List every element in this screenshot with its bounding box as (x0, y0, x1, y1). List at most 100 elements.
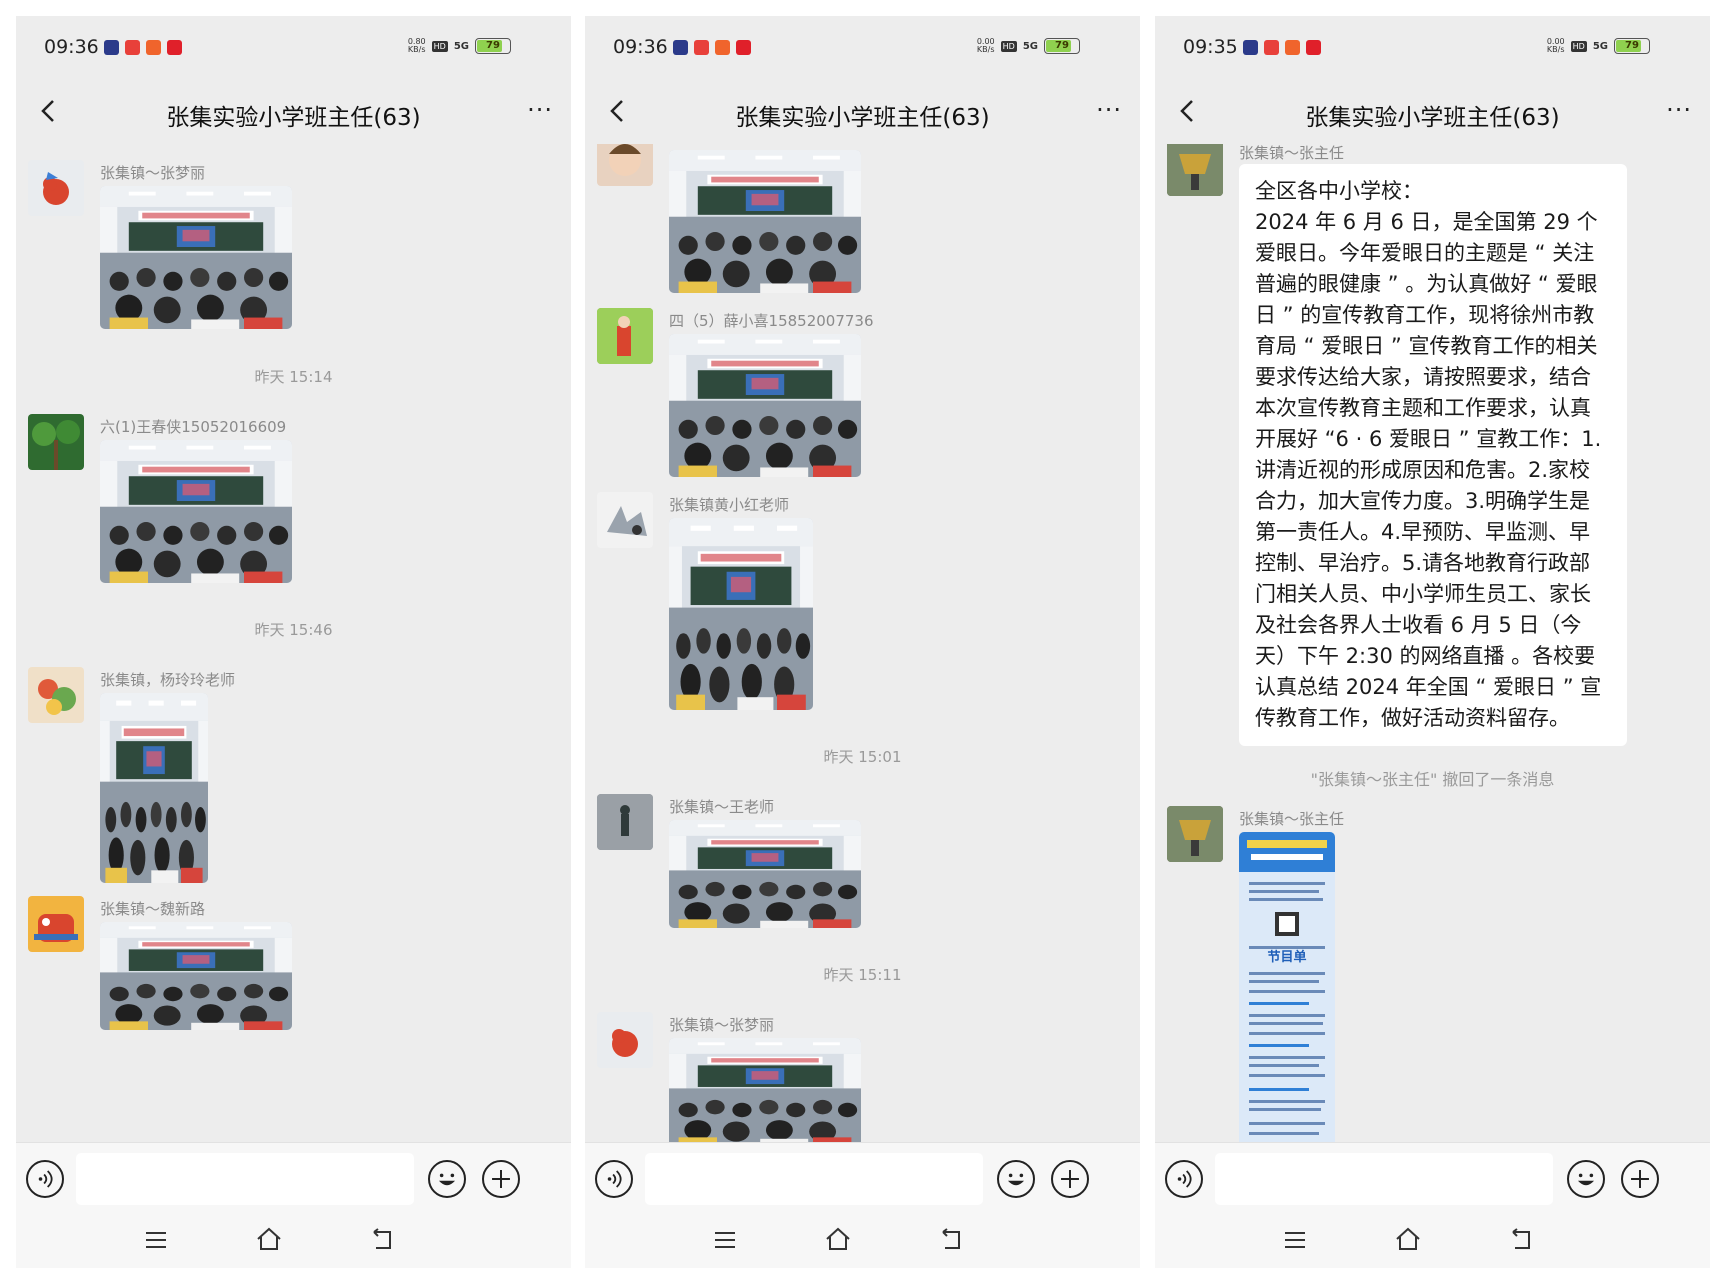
notice-text: 全区各中小学校： 2024 年 6 月 6 日，是全国第 29 个爱眼日。今年爱… (1255, 179, 1602, 730)
image-message[interactable] (669, 518, 813, 710)
chat-title: 张集实验小学班主任(63) (735, 105, 990, 131)
signal-icon: 5G (453, 40, 469, 52)
more-options-icon[interactable]: ··· (527, 96, 553, 124)
home-icon[interactable] (254, 1226, 284, 1252)
menu-icon[interactable] (713, 1230, 737, 1250)
notice-bubble[interactable]: 全区各中小学校： 2024 年 6 月 6 日，是全国第 29 个爱眼日。今年爱… (1239, 164, 1627, 746)
image-message[interactable] (669, 150, 861, 293)
back-arrow-icon[interactable] (1173, 96, 1203, 126)
avatar[interactable] (597, 1012, 653, 1068)
plus-icon[interactable] (1051, 1160, 1089, 1198)
system-nav-bar (1155, 1216, 1710, 1268)
avatar[interactable] (597, 308, 653, 364)
message-input[interactable] (76, 1153, 414, 1205)
message-item: 张集镇～张主任 节目单 (1167, 806, 1698, 1142)
home-icon[interactable] (823, 1226, 853, 1252)
message-list[interactable]: 张集镇～张主任 全区各中小学校： 2024 年 6 月 6 日，是全国第 29 … (1155, 144, 1710, 1142)
chat-header: 张集实验小学班主任(63) ··· (585, 82, 1140, 144)
message-item (597, 144, 1128, 300)
emoji-icon[interactable] (997, 1160, 1035, 1198)
message-list[interactable]: 张集镇～张梦丽 昨天 15:14 六(1)王春侠15052016609 昨天 1… (16, 144, 571, 1142)
avatar[interactable] (1167, 144, 1223, 196)
shop-app-icon (1285, 40, 1300, 55)
message-item: 张集镇～张梦丽 (597, 1012, 1128, 1142)
avatar[interactable] (1167, 806, 1223, 862)
news-app-icon (125, 40, 140, 55)
menu-icon[interactable] (1283, 1230, 1307, 1250)
message-item: 张集镇～张梦丽 (28, 160, 559, 330)
image-message[interactable] (669, 1038, 861, 1142)
signal-icon: 5G (1592, 40, 1608, 52)
menu-icon[interactable] (144, 1230, 168, 1250)
recall-notice: "张集镇～张主任" 撤回了一条消息 (1310, 770, 1555, 789)
video-app-icon (1243, 40, 1258, 55)
net-speed: 0.00 KB/s (1546, 37, 1565, 54)
home-icon[interactable] (1393, 1226, 1423, 1252)
net-speed: 0.80 KB/s (407, 37, 426, 54)
red-app-icon (1306, 40, 1321, 55)
image-message[interactable] (669, 334, 861, 477)
emoji-icon[interactable] (428, 1160, 466, 1198)
status-time: 09:36 (613, 36, 668, 58)
message-item: 张集镇～张主任 全区各中小学校： 2024 年 6 月 6 日，是全国第 29 … (1167, 144, 1698, 760)
notification-icons (104, 40, 182, 55)
status-right: 0.80 KB/s HD 5G 79 (408, 38, 511, 54)
news-app-icon (1264, 40, 1279, 55)
avatar[interactable] (28, 896, 84, 952)
chat-screen-3: 09:35 0.00 KB/s HD 5G 79 张集实验小学班主任(63) ··… (1155, 16, 1710, 1268)
message-list[interactable]: 四（5）薛小喜15852007736 张集镇黄小红老师 昨天 15:01 张集镇… (585, 144, 1140, 1142)
image-message[interactable] (100, 186, 292, 329)
video-app-icon (673, 40, 688, 55)
message-item: 张集镇～魏新路 (28, 896, 559, 1046)
back-nav-icon[interactable] (1507, 1228, 1535, 1252)
plus-icon[interactable] (1621, 1160, 1659, 1198)
more-options-icon[interactable]: ··· (1096, 96, 1122, 124)
input-bar (585, 1142, 1140, 1216)
input-bar (1155, 1142, 1710, 1216)
video-app-icon (104, 40, 119, 55)
message-item: 张集镇～王老师 (597, 794, 1128, 944)
avatar[interactable] (28, 160, 84, 216)
shop-app-icon (146, 40, 161, 55)
system-nav-bar (16, 1216, 571, 1268)
poster-title: 节目单 (1267, 950, 1307, 965)
message-item: 张集镇黄小红老师 (597, 492, 1128, 722)
image-message[interactable] (100, 693, 208, 883)
back-arrow-icon[interactable] (603, 96, 633, 126)
sender-name: 张集镇～魏新路 (100, 900, 206, 918)
emoji-icon[interactable] (1567, 1160, 1605, 1198)
back-arrow-icon[interactable] (34, 96, 64, 126)
image-message[interactable] (100, 922, 292, 1030)
red-app-icon (167, 40, 182, 55)
back-nav-icon[interactable] (368, 1228, 396, 1252)
avatar[interactable] (28, 667, 84, 723)
image-message[interactable] (100, 440, 292, 583)
system-nav-bar (585, 1216, 1140, 1268)
sender-name: 张集镇～张梦丽 (100, 164, 206, 182)
avatar[interactable] (597, 492, 653, 548)
more-options-icon[interactable]: ··· (1666, 96, 1692, 124)
avatar[interactable] (597, 144, 653, 186)
message-input[interactable] (1215, 1153, 1553, 1205)
message-item: 四（5）薛小喜15852007736 (597, 308, 1128, 498)
input-bar (16, 1142, 571, 1216)
plus-icon[interactable] (482, 1160, 520, 1198)
shop-app-icon (715, 40, 730, 55)
poster-image[interactable]: 节目单 (1239, 832, 1335, 1142)
sender-name: 四（5）薛小喜15852007736 (669, 312, 874, 330)
signal-icon: 5G (1022, 40, 1038, 52)
timestamp: 昨天 15:01 (823, 748, 902, 766)
message-input[interactable] (645, 1153, 983, 1205)
status-bar: 09:35 0.00 KB/s HD 5G 79 (1155, 16, 1710, 82)
voice-icon[interactable] (26, 1160, 64, 1198)
image-message[interactable] (669, 820, 861, 928)
avatar[interactable] (28, 414, 84, 470)
voice-icon[interactable] (1165, 1160, 1203, 1198)
notification-icons (673, 40, 751, 55)
voice-icon[interactable] (595, 1160, 633, 1198)
net-speed: 0.00 KB/s (976, 37, 995, 54)
back-nav-icon[interactable] (937, 1228, 965, 1252)
battery-icon: 79 (1614, 38, 1650, 54)
avatar[interactable] (597, 794, 653, 850)
hd-icon: HD (431, 40, 448, 52)
